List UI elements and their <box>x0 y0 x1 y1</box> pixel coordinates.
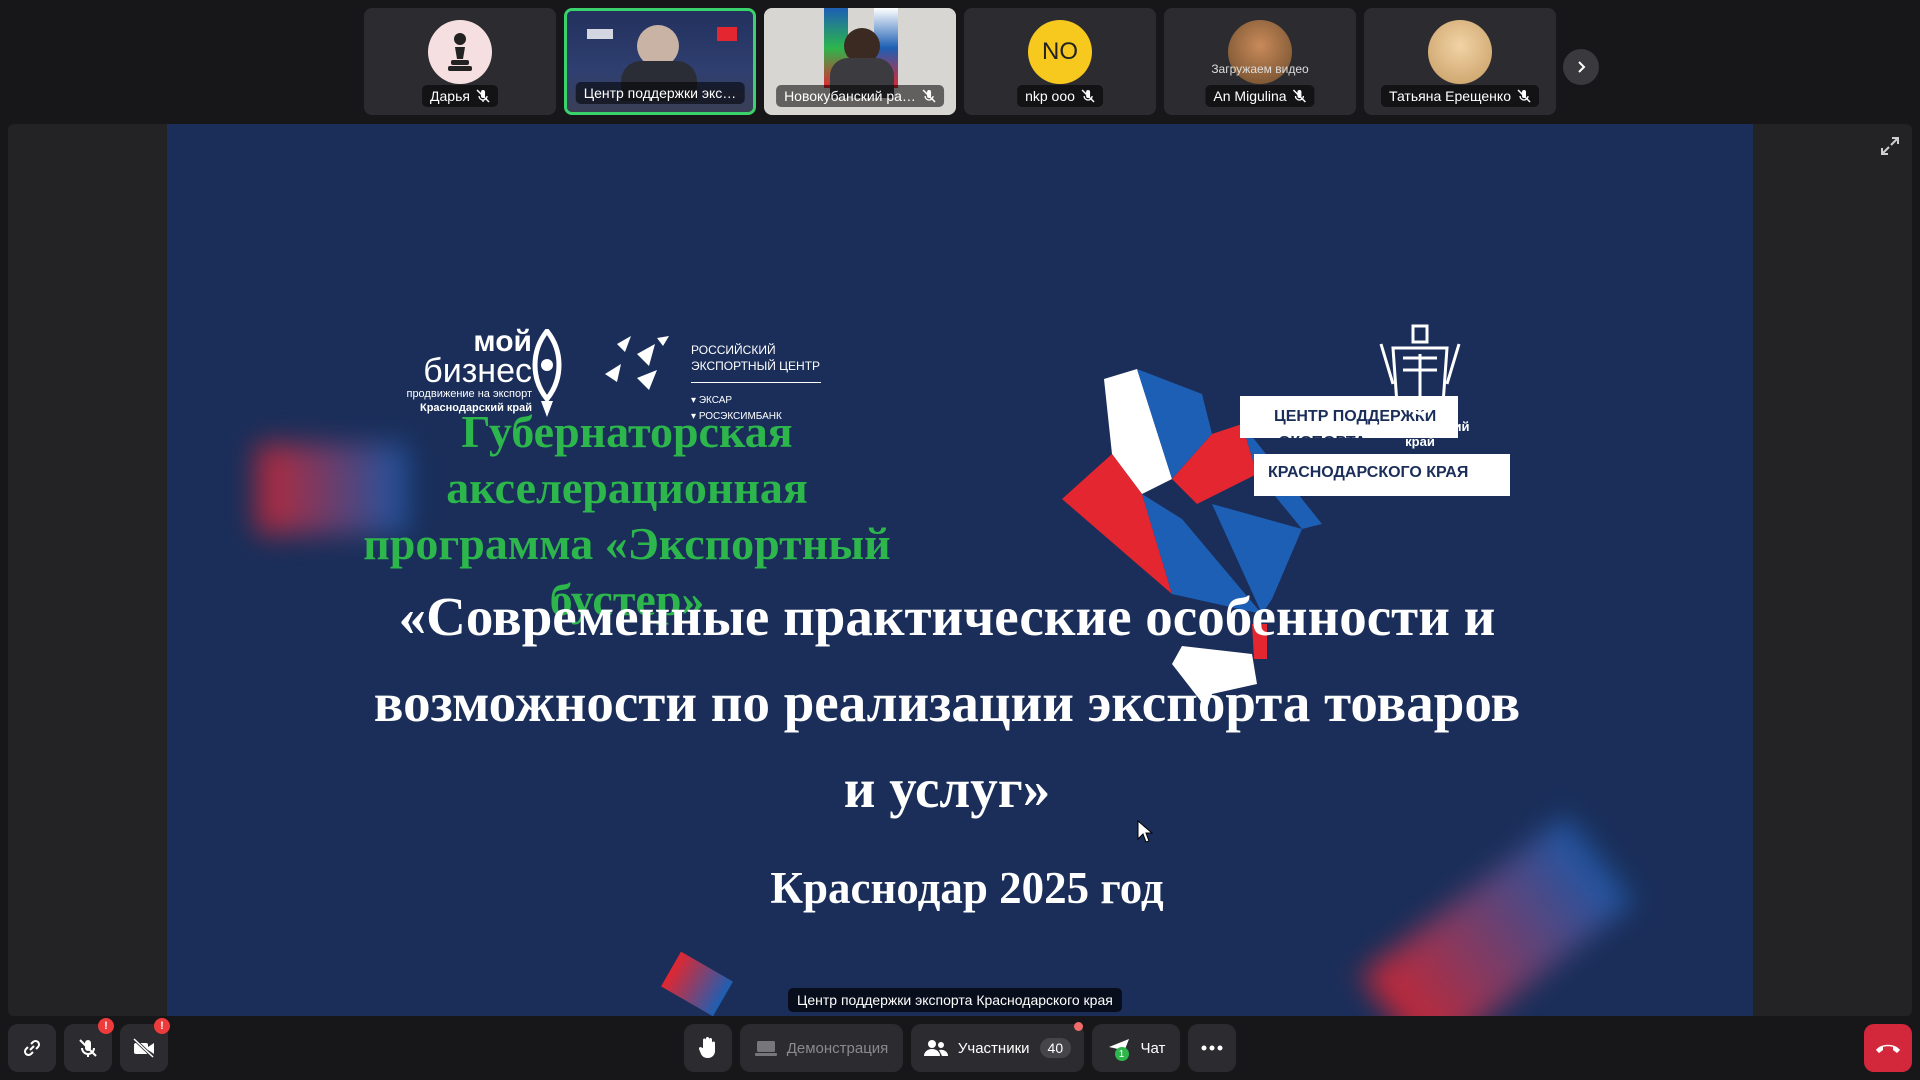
region-logo: Краснодарский край <box>1357 419 1483 449</box>
shared-slide: мой бизнес продвижение на экспорт Красно… <box>167 124 1753 1016</box>
rec-logo-icon <box>605 336 669 390</box>
screen-share-button[interactable]: Демонстрация <box>740 1024 903 1072</box>
title-line: и услуг» <box>843 758 1051 819</box>
chat-unread-badge: 1 <box>1114 1047 1129 1061</box>
mic-off-icon <box>79 1039 97 1057</box>
decorative-streak <box>1360 815 1634 1016</box>
participants-count: 40 <box>1039 1038 1072 1058</box>
copy-link-button[interactable] <box>8 1024 56 1072</box>
participant-tile-darya[interactable]: Дарья <box>364 8 556 115</box>
program-title-line: Губернаторская акселерационная <box>446 406 808 513</box>
logo-text: РОССИЙСКИЙ <box>691 343 776 357</box>
participant-tile-migulina[interactable]: Загружаем видео An Migulina <box>1164 8 1356 115</box>
coat-of-arms-icon <box>1379 324 1461 416</box>
logo-text: продвижение на экспорт <box>406 388 532 400</box>
link-icon <box>23 1039 41 1057</box>
title-line: возможности по реализации экспорта товар… <box>373 672 1521 733</box>
raise-hand-icon <box>698 1037 715 1058</box>
logo-text: бизнес <box>423 352 532 390</box>
participants-button[interactable]: Участники 40 <box>911 1022 1084 1072</box>
participants-label: Участники <box>957 1039 1030 1057</box>
participant-name: Татьяна Ерещенко <box>1381 85 1539 107</box>
chevron-right-icon <box>1578 61 1586 73</box>
raise-hand-button[interactable] <box>684 1024 732 1072</box>
pawn-icon <box>428 20 492 84</box>
alert-badge: ! <box>98 1018 114 1034</box>
decorative-streak <box>661 951 733 1016</box>
notification-dot <box>1074 1022 1083 1031</box>
participant-name: nkp ooo <box>1017 85 1103 107</box>
participant-name: Центр поддержки экс… <box>575 82 745 104</box>
chat-button[interactable]: 1 Чат <box>1092 1024 1180 1072</box>
moy-biznes-logo: мой бизнес продвижение на экспорт Красно… <box>392 327 532 415</box>
more-icon <box>1201 1045 1223 1051</box>
mic-off-icon <box>1293 89 1307 103</box>
logo-text: край <box>1405 434 1435 449</box>
divider <box>691 382 821 383</box>
logo-text: ЭКСПОРТНЫЙ ЦЕНТР <box>691 359 821 373</box>
logo-text: Краснодарский <box>1370 419 1470 434</box>
hangup-icon <box>1876 1044 1900 1053</box>
participant-name: An Migulina <box>1205 85 1315 107</box>
chat-icon-wrapper: 1 <box>1107 1037 1131 1061</box>
next-participants-button[interactable] <box>1563 49 1599 85</box>
alert-badge: ! <box>154 1018 170 1034</box>
participant-tile-nkp[interactable]: NO nkp ooo <box>964 8 1156 115</box>
center-label-text: КРАСНОДАРСКОГО КРАЯ <box>1268 464 1469 481</box>
mic-off-icon <box>922 89 936 103</box>
presenter-caption: Центр поддержки экспорта Краснодарского … <box>788 988 1122 1012</box>
participant-tile-center[interactable]: Центр поддержки экс… <box>564 8 756 115</box>
title-line: «Современные практические особенности и <box>398 586 1496 647</box>
mic-off-icon <box>1517 89 1531 103</box>
screen-share-icon <box>754 1041 777 1056</box>
microphone-toggle-button[interactable]: ! <box>64 1018 114 1072</box>
camera-toggle-button[interactable]: ! <box>120 1018 170 1072</box>
city-year: Краснодар 2025 год <box>770 863 1164 913</box>
participant-name: Новокубанский ра… <box>776 85 944 107</box>
mic-off-icon <box>1081 89 1095 103</box>
participant-tile-ereshchenko[interactable]: Татьяна Ерещенко <box>1364 8 1556 115</box>
mouse-cursor-icon <box>1137 820 1153 843</box>
avatar-initials: NO <box>1028 20 1092 84</box>
avatar-photo <box>1428 20 1492 84</box>
chat-label: Чат <box>1140 1039 1166 1057</box>
more-options-button[interactable] <box>1188 1024 1236 1072</box>
participant-tile-novokubansky[interactable]: Новокубанский ра… <box>764 8 956 115</box>
participant-name: Дарья <box>422 85 498 107</box>
mic-off-icon <box>476 89 490 103</box>
center-label-text: ЭКСПОРТА <box>1279 434 1367 451</box>
presentation-title: «Современные практические особенности и … <box>267 574 1627 832</box>
screen-share-label: Демонстрация <box>786 1039 889 1057</box>
loading-video-label: Загружаем видео <box>1211 62 1309 76</box>
expand-icon[interactable] <box>1878 134 1902 158</box>
participants-icon <box>923 1040 948 1056</box>
hang-up-button[interactable] <box>1864 1024 1912 1072</box>
camera-off-icon <box>132 1037 155 1059</box>
